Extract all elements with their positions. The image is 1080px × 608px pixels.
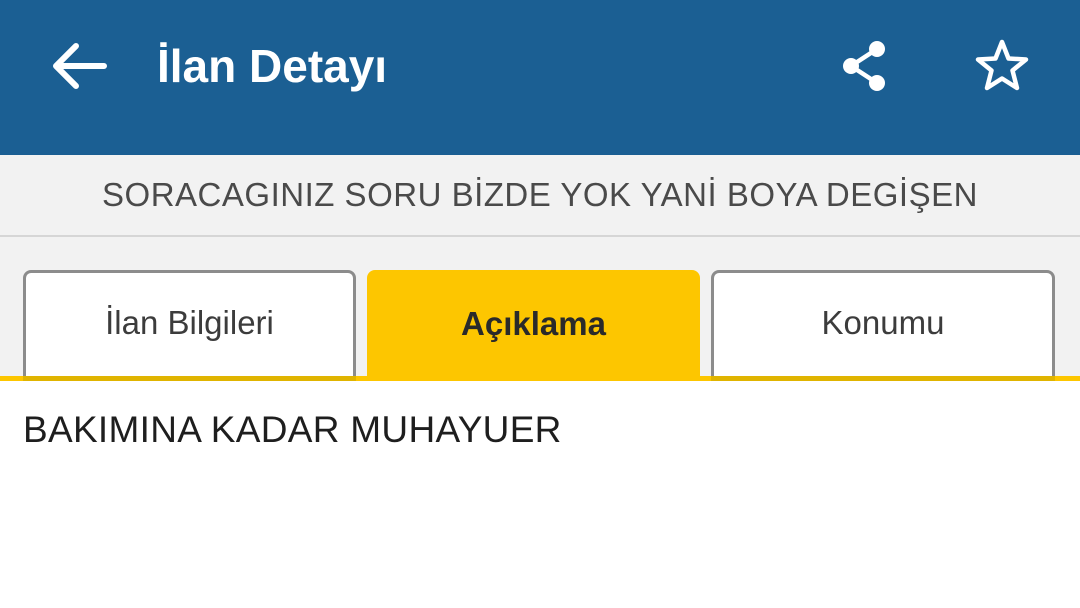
- tab-label: Konumu: [821, 303, 945, 341]
- share-icon: [843, 41, 885, 91]
- tab-konumu[interactable]: Konumu: [711, 270, 1055, 378]
- share-button[interactable]: [820, 22, 908, 110]
- listing-title: SORACAGINIZ SORU BİZDE YOK YANİ BOYA DEG…: [102, 176, 978, 213]
- tab-ilan-bilgileri[interactable]: İlan Bilgileri: [23, 270, 356, 378]
- listing-title-bar: SORACAGINIZ SORU BİZDE YOK YANİ BOYA DEG…: [0, 155, 1080, 237]
- arrow-left-icon: [53, 43, 107, 89]
- tab-bar: İlan Bilgileri Açıklama Konumu: [0, 237, 1080, 380]
- tab-label: İlan Bilgileri: [105, 303, 274, 341]
- back-button[interactable]: [30, 22, 126, 110]
- app-bar: İlan Detayı: [0, 0, 1080, 155]
- tab-aciklama[interactable]: Açıklama: [367, 270, 700, 378]
- page-title: İlan Detayı: [157, 40, 388, 92]
- tab-label: Açıklama: [461, 305, 606, 342]
- description-text: BAKIMINA KADAR MUHAYUER: [23, 409, 562, 450]
- tab-underline-segment: [23, 376, 356, 381]
- listing-detail-screen: İlan Detayı SORACAGINIZ SORU BİZDE YOK Y…: [0, 0, 1080, 608]
- star-outline-icon: [975, 39, 1029, 91]
- tab-underline-segment: [711, 376, 1055, 381]
- favorite-button[interactable]: [958, 22, 1046, 110]
